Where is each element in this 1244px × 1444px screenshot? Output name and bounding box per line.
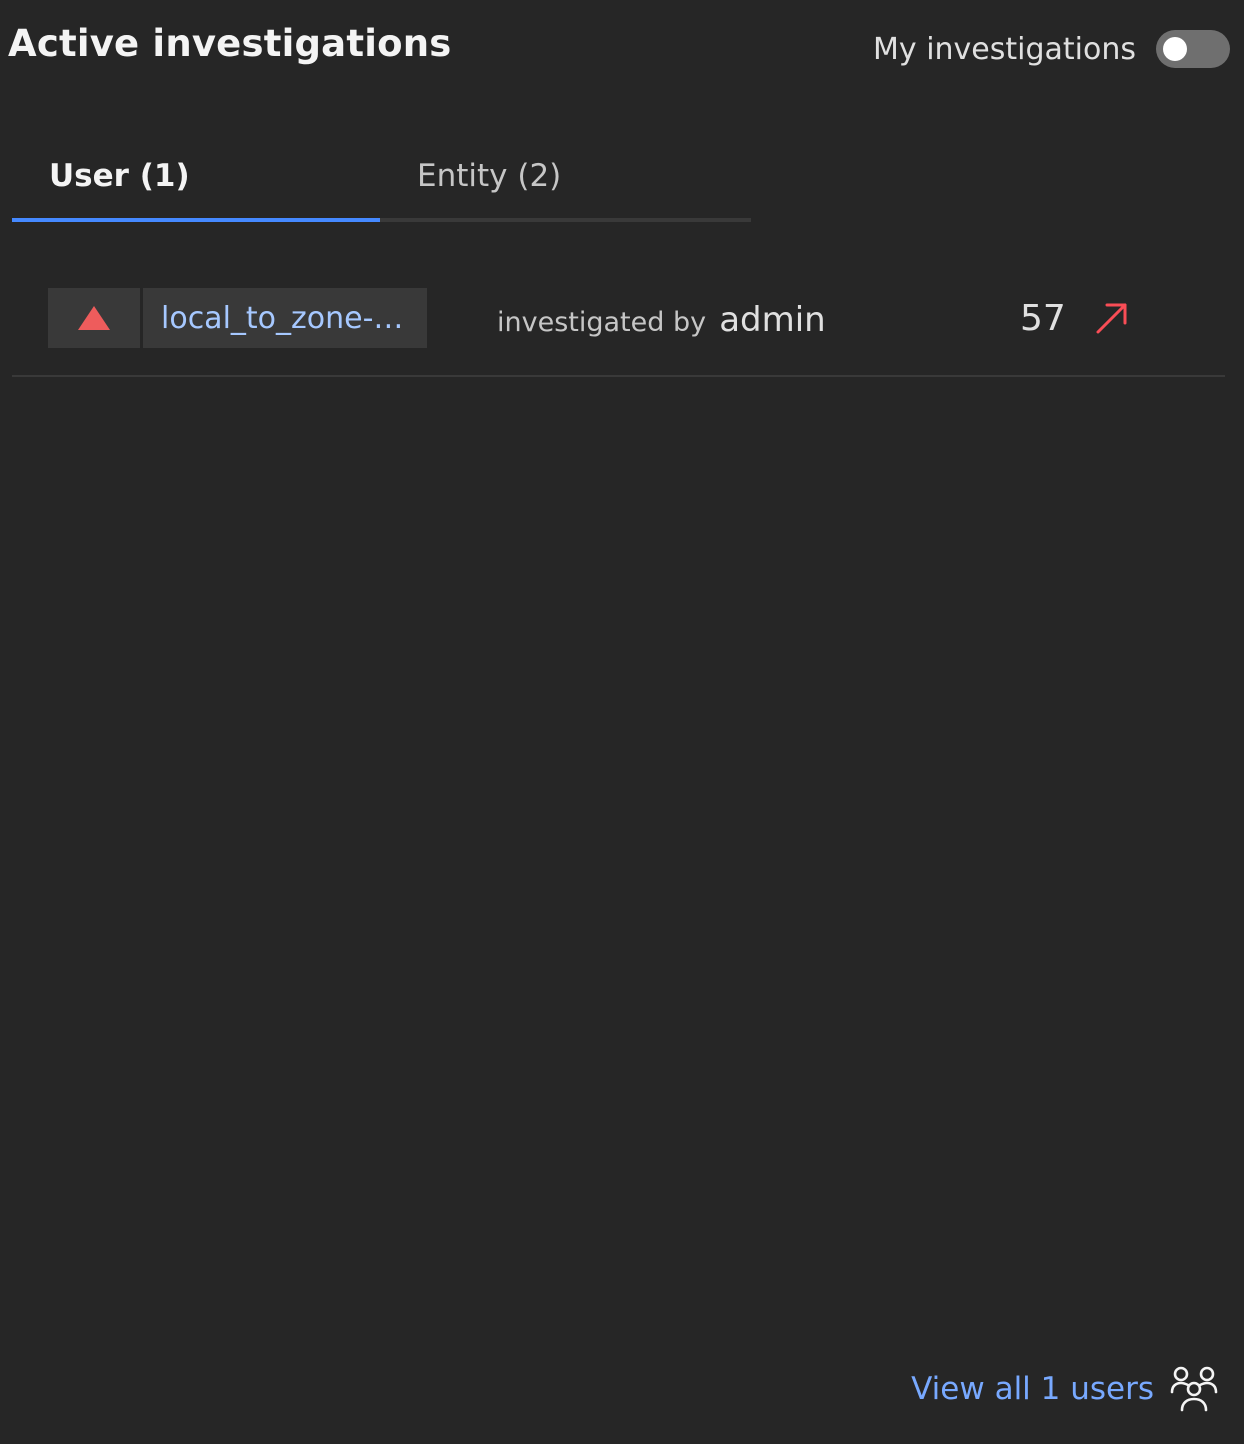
- page-title: Active investigations: [8, 22, 452, 65]
- arrow-up-right-icon: [1096, 303, 1127, 334]
- investigator-name: admin: [719, 300, 826, 340]
- tab-entity-label: Entity (2): [417, 158, 562, 194]
- list-item: local_to_zone-… investigated by admin 57: [12, 288, 1225, 377]
- view-all-users-link[interactable]: View all 1 users: [911, 1366, 1218, 1412]
- panel-header: Active investigations My investigations: [0, 0, 1244, 100]
- risk-indicator: [48, 288, 140, 348]
- toggle-label: My investigations: [873, 31, 1136, 67]
- toggle-knob: [1163, 37, 1187, 61]
- user-name-link[interactable]: local_to_zone-…: [143, 288, 427, 348]
- tab-list: User (1) Entity (2): [12, 140, 751, 222]
- my-investigations-toggle[interactable]: [1156, 30, 1230, 68]
- my-investigations-toggle-group: My investigations: [873, 30, 1230, 68]
- tab-active-indicator: [12, 218, 380, 222]
- view-all-label: View all 1 users: [911, 1371, 1154, 1407]
- user-group-icon: [1170, 1366, 1218, 1412]
- tab-user[interactable]: User (1): [12, 140, 380, 222]
- triangle-up-icon: [78, 306, 110, 330]
- investigated-by-prefix: investigated by: [497, 307, 707, 338]
- tab-user-label: User (1): [49, 158, 190, 194]
- investigated-by: investigated by admin: [497, 300, 826, 340]
- risk-score: 57: [1020, 298, 1066, 339]
- tab-entity[interactable]: Entity (2): [380, 140, 748, 222]
